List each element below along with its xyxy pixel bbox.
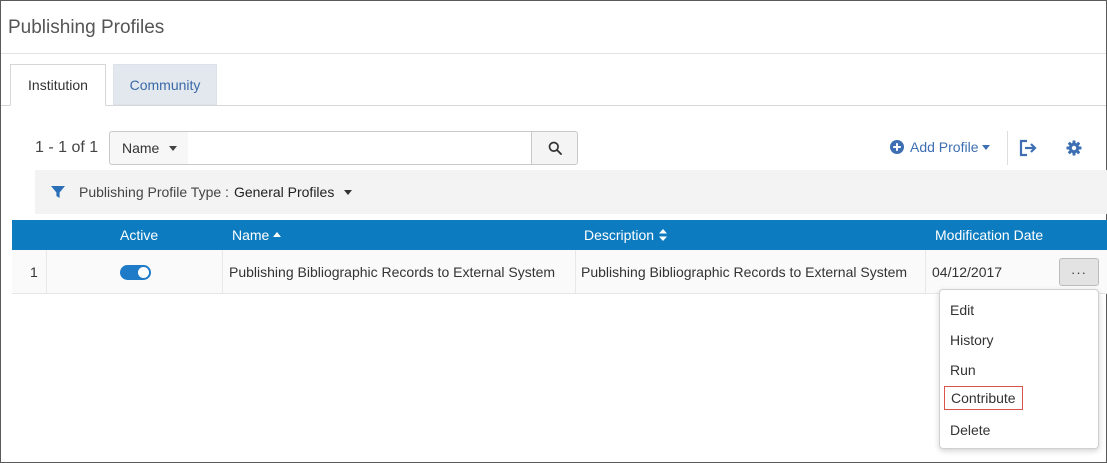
menu-item-delete[interactable]: Delete [950,418,990,442]
active-toggle-cell [120,250,151,294]
search-input[interactable] [188,131,532,165]
column-description[interactable]: Description [584,220,668,250]
menu-item-edit[interactable]: Edit [950,298,974,322]
cell-divider [46,250,47,294]
column-active[interactable]: Active [120,220,158,250]
search-field-select[interactable]: Name [109,131,189,165]
export-icon [1019,139,1037,157]
tabs-divider [1,105,1106,106]
search-icon [548,141,562,155]
filter-label: Publishing Profile Type : [79,184,229,200]
row-description: Publishing Bibliographic Records to Exte… [581,264,908,280]
active-toggle[interactable] [120,264,151,280]
row-actions-menu: Edit History Run Contribute Delete [939,289,1099,449]
tab-community[interactable]: Community [113,64,217,105]
add-profile-button[interactable]: Add Profile [890,139,991,155]
menu-item-history[interactable]: History [950,328,994,352]
row-modification-date: 04/12/2017 [932,264,1003,280]
title-divider [1,53,1106,54]
plus-circle-icon [890,140,904,154]
tab-institution[interactable]: Institution [10,64,106,106]
filter-icon [51,185,65,199]
cell-divider [575,250,576,294]
column-description-label: Description [584,227,655,243]
table-header: Active Name Description Modification Dat… [12,220,1107,250]
search-field-label: Name [122,140,160,156]
chevron-down-icon [982,144,991,150]
menu-item-contribute[interactable]: Contribute [944,386,1023,410]
cell-divider [222,250,223,294]
result-count: 1 - 1 of 1 [35,139,99,156]
add-profile-label: Add Profile [910,139,979,155]
menu-item-run[interactable]: Run [950,358,976,382]
settings-button[interactable] [1066,140,1082,159]
column-modification-date[interactable]: Modification Date [935,220,1043,250]
gear-icon [1066,140,1082,156]
page-title: Publishing Profiles [8,17,165,38]
cell-divider [925,250,926,294]
column-name[interactable]: Name [232,220,282,250]
row-actions-button[interactable]: ··· [1059,258,1099,286]
search-button[interactable] [531,131,578,165]
chevron-down-icon[interactable] [344,189,353,195]
sort-icon [659,229,668,241]
column-name-label: Name [232,227,270,243]
filter-bar: Publishing Profile Type : General Profil… [35,170,1107,214]
row-index: 1 [30,264,38,280]
chevron-down-icon [169,145,178,151]
table-row[interactable]: 1 Publishing Bibliographic Records to Ex… [12,250,1107,294]
toolbar-divider [1007,131,1008,165]
sort-ascending-icon [273,232,282,237]
filter-dropdown[interactable]: General Profiles [234,184,334,200]
row-name: Publishing Bibliographic Records to Exte… [229,264,556,280]
export-button[interactable] [1018,139,1038,160]
